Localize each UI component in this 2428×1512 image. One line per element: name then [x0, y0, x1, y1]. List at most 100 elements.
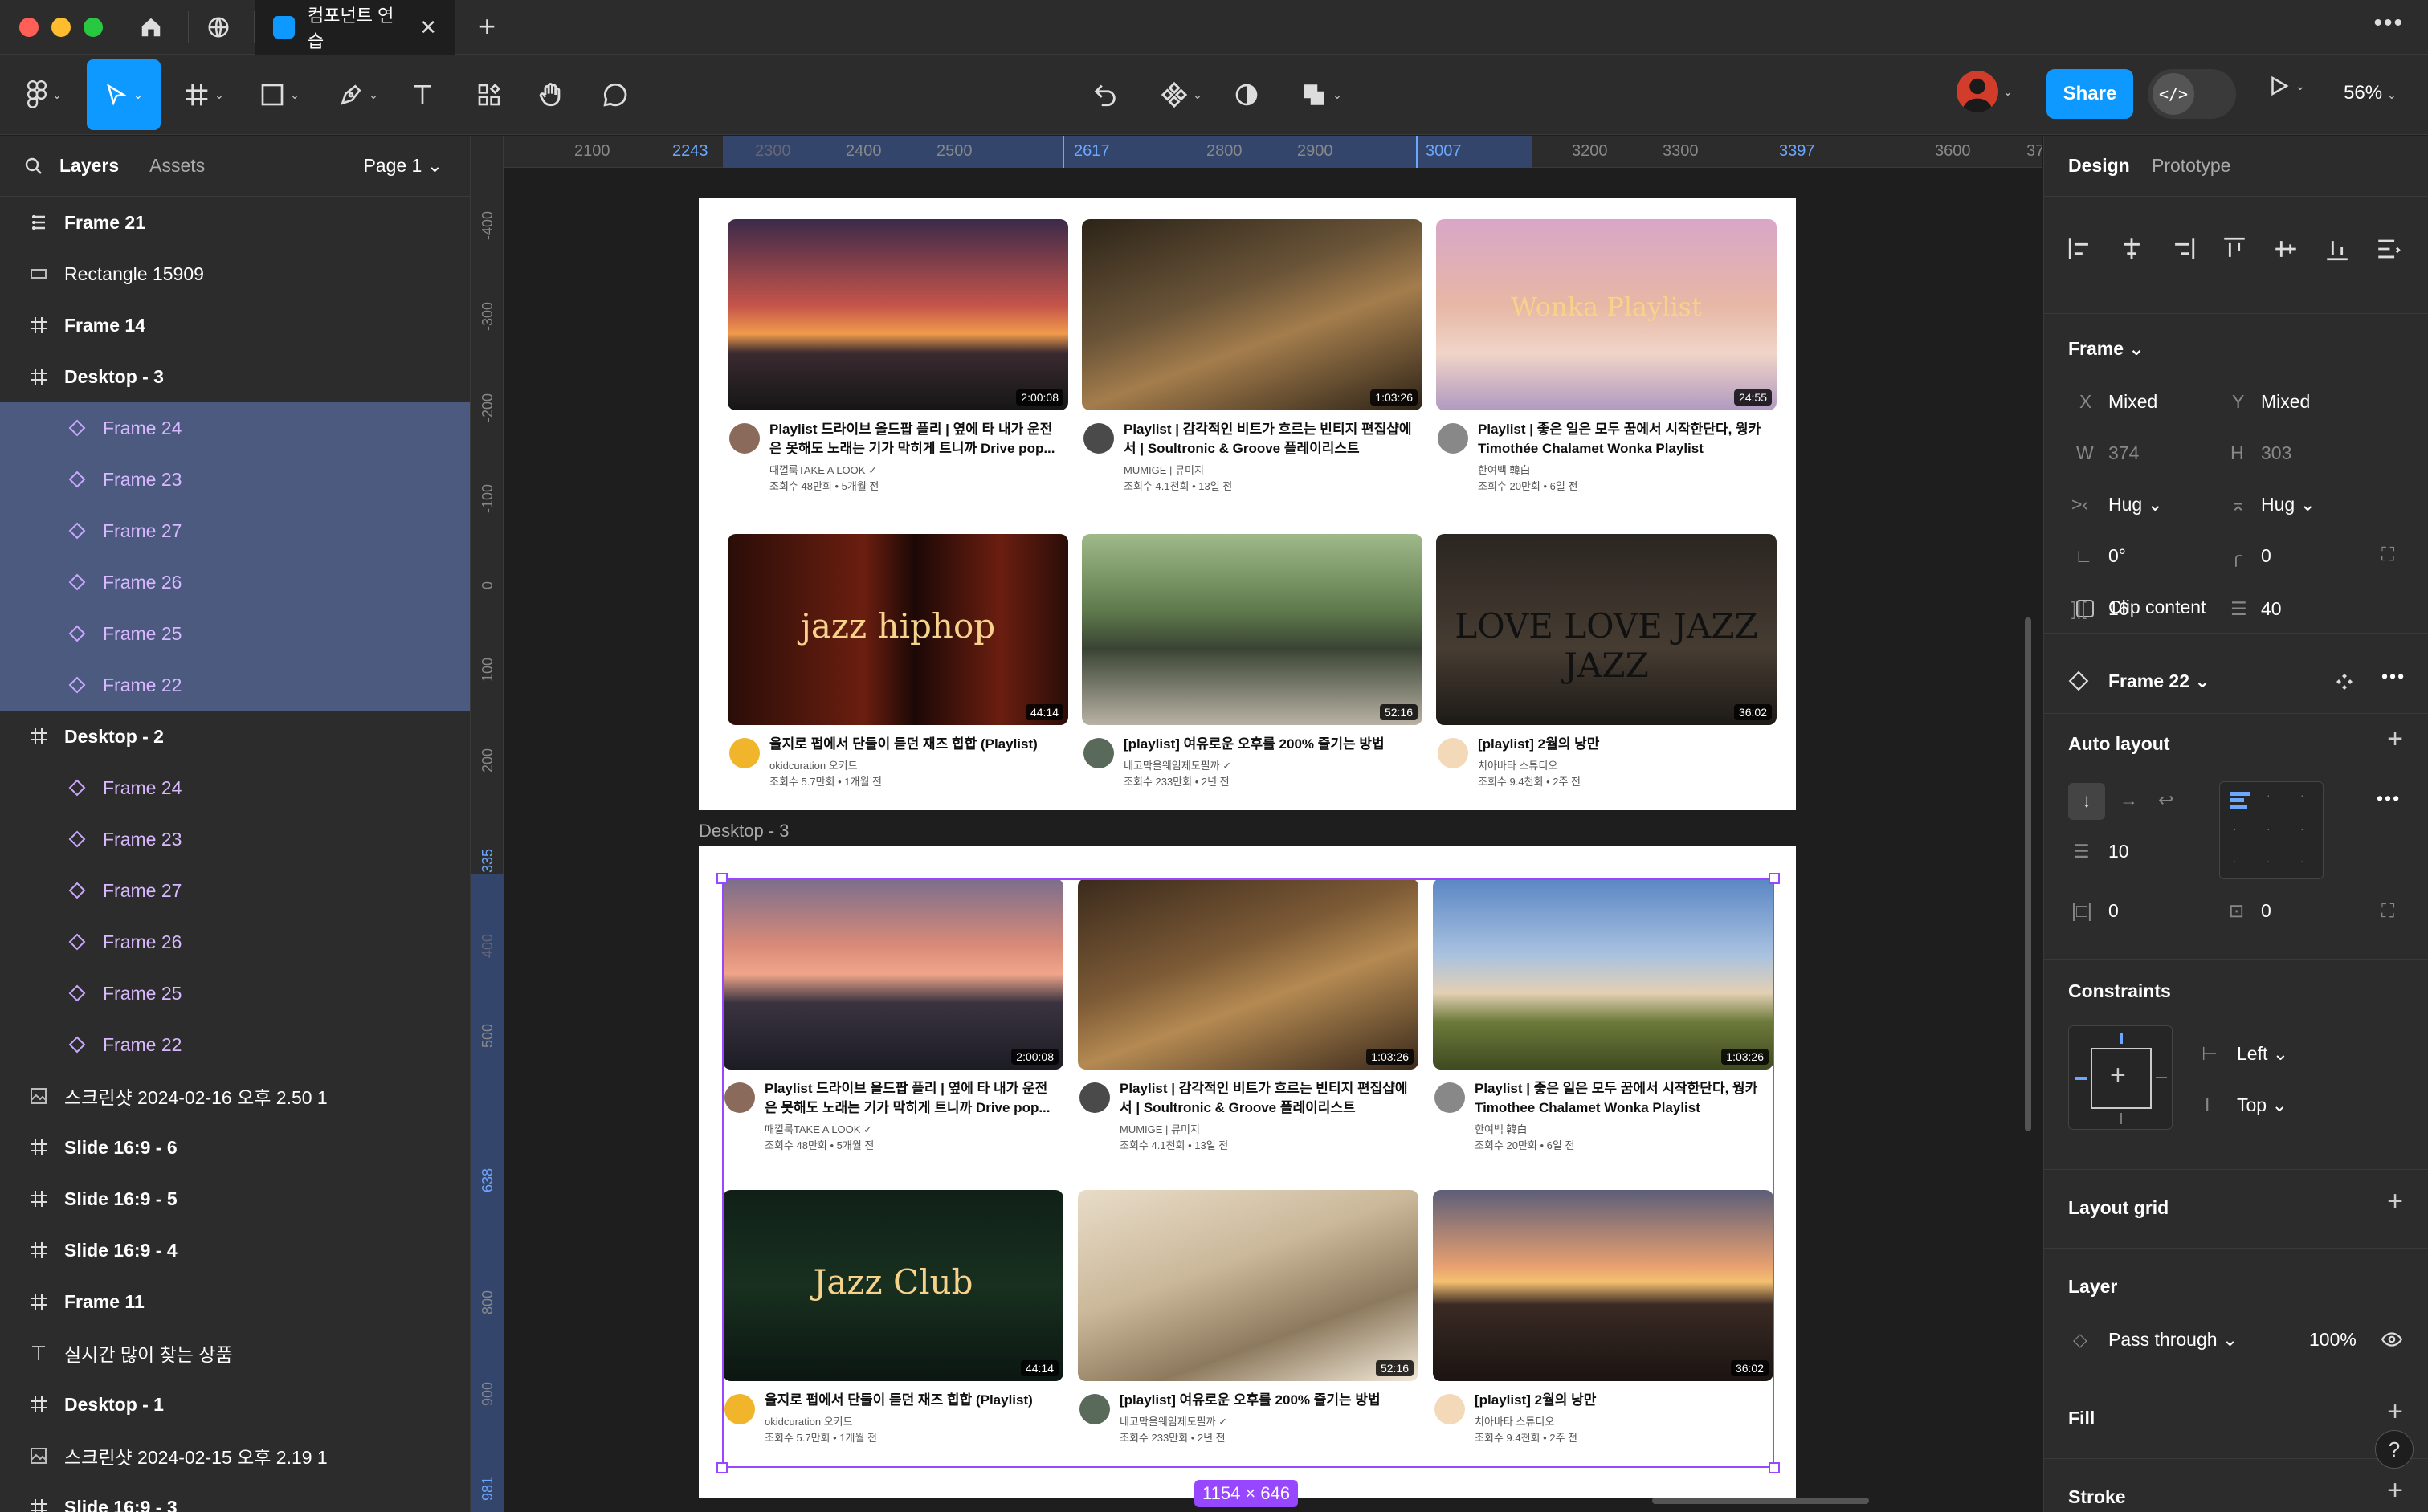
layer-row[interactable]: Frame 27 [0, 865, 470, 916]
video-thumbnail[interactable]: jazz hiphop 44:14 [728, 534, 1068, 725]
center-constraint-icon[interactable]: + [2110, 1060, 2126, 1091]
layer-row[interactable]: Frame 11 [0, 1276, 470, 1327]
resize-handle[interactable] [716, 1462, 728, 1473]
horizontal-padding-field[interactable]: 0 [2108, 900, 2119, 922]
layer-row[interactable]: Desktop - 1 [0, 1379, 470, 1430]
go-to-main-component-icon[interactable] [2335, 672, 2354, 691]
add-icon[interactable]: + [2387, 1396, 2403, 1428]
vertical-scrollbar[interactable] [2025, 617, 2031, 1131]
share-button[interactable]: Share [2046, 69, 2133, 119]
layer-row[interactable]: Frame 22 [0, 1019, 470, 1070]
tab-layers[interactable]: Layers [59, 155, 119, 177]
hand-tool-button[interactable] [533, 59, 569, 130]
video-thumbnail[interactable]: 2:00:08 [728, 219, 1068, 410]
help-button[interactable]: ? [2375, 1430, 2414, 1469]
corner-radius-field[interactable]: 0 [2261, 545, 2271, 567]
auto-layout-more-icon[interactable]: ••• [2377, 788, 2401, 809]
add-icon[interactable]: + [2387, 1186, 2403, 1217]
tab-assets[interactable]: Assets [149, 155, 205, 177]
layer-row[interactable]: Frame 22 [0, 659, 470, 711]
text-tool-button[interactable] [406, 59, 439, 130]
layer-row[interactable]: Rectangle 15909 [0, 248, 470, 300]
video-thumbnail[interactable]: Wonka Playlist 24:55 [1436, 219, 1777, 410]
horizontal-scrollbar[interactable] [1652, 1498, 1869, 1504]
user-avatar-button[interactable]: ⌄ [1957, 71, 2013, 112]
align-top-icon[interactable] [2221, 235, 2248, 263]
top-constraint-marker[interactable] [2120, 1033, 2123, 1044]
layer-row[interactable]: Frame 14 [0, 300, 470, 351]
frame-label[interactable]: Desktop - 3 [699, 821, 790, 842]
channel-avatar[interactable] [1083, 423, 1114, 454]
layer-row[interactable]: Frame 27 [0, 505, 470, 556]
layer-row[interactable]: Frame 21 [0, 197, 470, 248]
horizontal-gap-field[interactable]: 16 [2108, 598, 2129, 620]
left-constraint-marker[interactable] [2075, 1077, 2087, 1080]
right-constraint-marker[interactable] [2156, 1077, 2167, 1078]
layer-row[interactable]: Desktop - 2 [0, 711, 470, 762]
move-tool-button[interactable]: ⌄ [87, 59, 161, 130]
detach-instance-button[interactable] [1089, 59, 1121, 130]
home-icon[interactable] [135, 11, 167, 43]
layer-row[interactable]: Frame 24 [0, 402, 470, 454]
layer-row[interactable]: Desktop - 3 [0, 351, 470, 402]
item-spacing-field[interactable]: 10 [2108, 841, 2129, 862]
align-bottom-icon[interactable] [2324, 235, 2351, 263]
bottom-constraint-marker[interactable] [2120, 1113, 2122, 1124]
wrap-direction-icon[interactable]: ↩ [2158, 789, 2173, 811]
boolean-button[interactable]: ⌄ [1295, 59, 1348, 130]
add-icon[interactable]: + [2387, 1475, 2403, 1506]
video-title[interactable]: Playlist 드라이브 올드팝 플리 | 옆에 타 내가 운전은 못해도 노… [769, 420, 1063, 458]
shape-tool-button[interactable]: ⌄ [251, 59, 308, 130]
alignment-grid[interactable]: · · · · · · · · [2219, 781, 2324, 879]
resize-handle[interactable] [716, 873, 728, 884]
frame-tool-button[interactable]: ⌄ [175, 59, 233, 130]
video-title[interactable]: 을지로 펍에서 단둘이 듣던 재즈 힙합 (Playlist) [769, 735, 1063, 754]
layer-row[interactable]: Frame 26 [0, 916, 470, 968]
align-vertical-center-icon[interactable] [2272, 235, 2299, 263]
layer-row[interactable]: Frame 26 [0, 556, 470, 608]
layer-row[interactable]: 스크린샷 2024-02-16 오후 2.50 1 [0, 1070, 470, 1122]
instance-name-dropdown[interactable]: Frame 22 ⌄ [2108, 670, 2210, 692]
video-title[interactable]: [playlist] 여유로운 오후를 200% 즐기는 방법 [1124, 735, 1418, 754]
align-horizontal-center-icon[interactable] [2118, 235, 2145, 263]
add-icon[interactable]: + [2387, 723, 2403, 755]
blend-mode-dropdown[interactable]: Pass through ⌄ [2108, 1329, 2238, 1351]
independent-padding-icon[interactable]: ⛶ [2381, 900, 2394, 922]
frame-desktop-2[interactable]: 2:00:08 Playlist 드라이브 올드팝 플리 | 옆에 타 내가 운… [699, 198, 1796, 810]
channel-name[interactable]: 치아바타 스튜디오 [1478, 757, 1557, 772]
y-field[interactable]: Mixed [2261, 391, 2310, 413]
file-tab[interactable]: 컴포넌트 연습 ✕ [255, 0, 455, 55]
zoom-window-button[interactable] [84, 18, 103, 37]
independent-corners-icon[interactable]: ⛶ [2381, 544, 2394, 565]
vertical-padding-field[interactable]: 0 [2261, 900, 2271, 922]
layer-row[interactable]: Slide 16:9 - 5 [0, 1173, 470, 1225]
width-field[interactable]: 374 [2108, 442, 2139, 464]
distribute-icon[interactable] [2375, 235, 2402, 263]
opacity-field[interactable]: 100% [2309, 1329, 2357, 1351]
channel-name[interactable]: 네고막을웨임제도필까 ✓ [1124, 757, 1231, 772]
video-thumbnail[interactable]: 52:16 [1082, 534, 1422, 725]
video-thumbnail[interactable]: 1:03:26 [1082, 219, 1422, 410]
community-globe-icon[interactable] [202, 11, 235, 43]
height-field[interactable]: 303 [2261, 442, 2291, 464]
selection-bounds[interactable] [722, 878, 1774, 1468]
video-title[interactable]: Playlist | 감각적인 비트가 흐르는 빈티지 편집샵에서 | Soul… [1124, 420, 1418, 458]
eye-icon[interactable] [2380, 1329, 2404, 1350]
layer-row[interactable]: Frame 24 [0, 762, 470, 813]
minimize-window-button[interactable] [51, 18, 71, 37]
horizontal-constraint-dropdown[interactable]: Left ⌄ [2237, 1043, 2288, 1065]
tab-design[interactable]: Design [2068, 155, 2130, 177]
align-left-icon[interactable] [2067, 235, 2094, 263]
horizontal-direction-icon[interactable]: → [2120, 789, 2138, 811]
layer-row[interactable]: Frame 23 [0, 454, 470, 505]
height-sizing-dropdown[interactable]: Hug ⌄ [2261, 494, 2316, 516]
layer-row[interactable]: Slide 16:9 - 3 [0, 1481, 470, 1512]
layer-row[interactable]: 실시간 많이 찾는 상품 [0, 1327, 470, 1379]
comment-tool-button[interactable] [598, 59, 633, 130]
width-sizing-dropdown[interactable]: Hug ⌄ [2108, 494, 2163, 516]
component-button[interactable]: ⌄ [1155, 59, 1208, 130]
channel-avatar[interactable] [1083, 738, 1114, 768]
channel-name[interactable]: MUMIGE | 뮤미지 [1124, 462, 1204, 477]
frame-type-dropdown[interactable]: Frame ⌄ [2068, 338, 2144, 360]
channel-name[interactable]: 때껄룩TAKE A LOOK ✓ [769, 462, 877, 477]
